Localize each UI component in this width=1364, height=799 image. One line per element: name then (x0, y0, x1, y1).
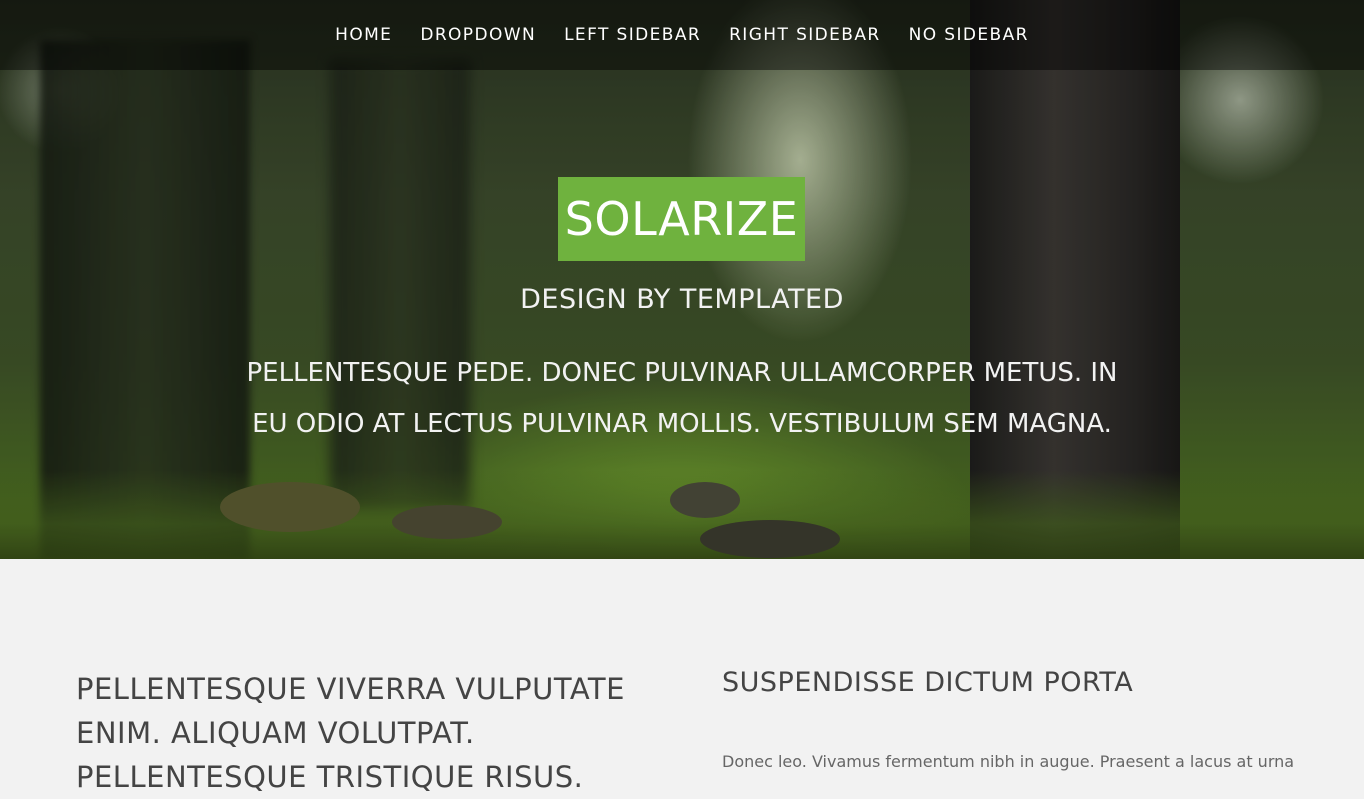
main-content: PELLENTESQUE VIVERRA VULPUTATE ENIM. ALI… (0, 559, 1364, 794)
main-navigation: HOME DROPDOWN LEFT SIDEBAR RIGHT SIDEBAR… (0, 0, 1364, 70)
nav-right-sidebar[interactable]: RIGHT SIDEBAR (729, 0, 881, 70)
nav-left-sidebar[interactable]: LEFT SIDEBAR (564, 0, 701, 70)
right-column-heading: SUSPENDISSE DICTUM PORTA (722, 667, 1134, 698)
hero-banner: HOME DROPDOWN LEFT SIDEBAR RIGHT SIDEBAR… (0, 0, 1364, 559)
site-byline: DESIGN BY TEMPLATED (520, 284, 844, 315)
hero-tagline: PELLENTESQUE PEDE. DONEC PULVINAR ULLAMC… (246, 358, 1118, 439)
site-logo[interactable]: SOLARIZE (558, 177, 805, 261)
nav-dropdown[interactable]: DROPDOWN (420, 0, 536, 70)
nav-no-sidebar[interactable]: NO SIDEBAR (909, 0, 1029, 70)
nav-home[interactable]: HOME (335, 0, 392, 70)
left-column-heading: PELLENTESQUE VIVERRA VULPUTATE ENIM. ALI… (76, 672, 625, 794)
hero-overlay (0, 0, 1364, 559)
right-column-text: Donec leo. Vivamus fermentum nibh in aug… (722, 752, 1295, 771)
